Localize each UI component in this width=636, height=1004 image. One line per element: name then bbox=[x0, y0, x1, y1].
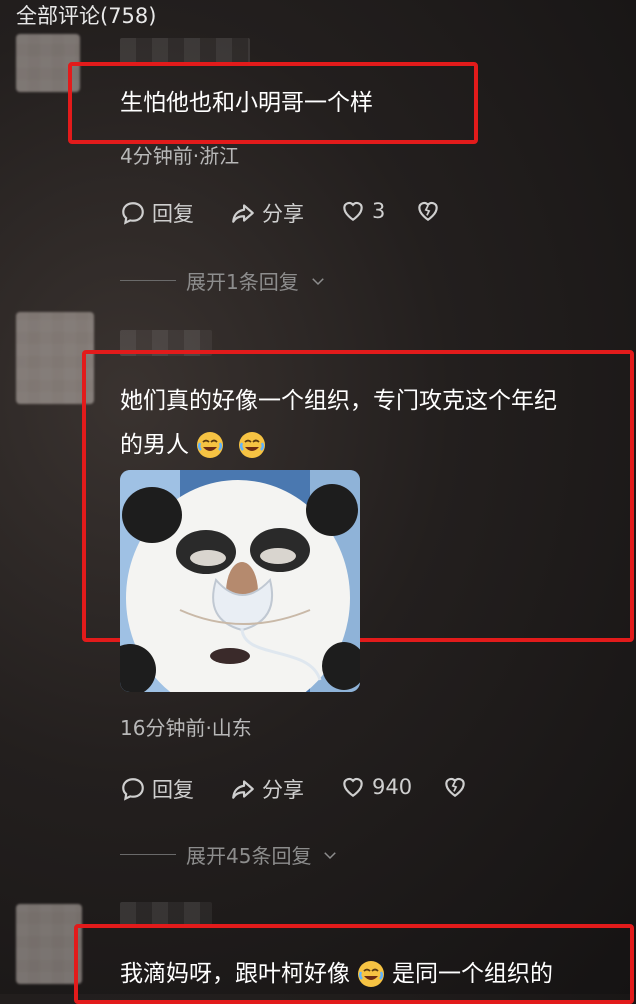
comment-text-part1: 我滴妈呀，跟叶柯好像 bbox=[120, 961, 350, 987]
reply-button[interactable]: 回复 bbox=[120, 198, 194, 228]
share-label: 分享 bbox=[262, 778, 304, 802]
share-label: 分享 bbox=[262, 202, 304, 226]
laugh-cry-emoji bbox=[358, 961, 384, 987]
comment-meta: 4分钟前·浙江 bbox=[120, 144, 240, 168]
laugh-cry-emoji bbox=[197, 432, 223, 458]
dislike-icon bbox=[445, 777, 465, 797]
heart-icon bbox=[343, 777, 363, 797]
comment-icon bbox=[122, 202, 144, 225]
meme-image[interactable] bbox=[120, 470, 360, 692]
like-count: 3 bbox=[372, 199, 386, 223]
like-button[interactable]: 940 bbox=[340, 774, 412, 800]
comment-icon bbox=[122, 778, 144, 801]
reply-label: 回复 bbox=[152, 202, 194, 226]
dislike-button[interactable] bbox=[415, 198, 441, 224]
expand-label: 展开1条回复 bbox=[186, 270, 299, 294]
chevron-down-icon bbox=[311, 277, 324, 285]
comment-text-part2: 是同一个组织的 bbox=[392, 961, 553, 987]
expand-divider bbox=[120, 280, 176, 281]
username-blurred[interactable] bbox=[120, 38, 250, 64]
comment-text: 生怕他也和小明哥一个样 bbox=[120, 90, 373, 116]
laugh-cry-emoji bbox=[239, 432, 265, 458]
share-icon bbox=[232, 204, 254, 223]
comments-header-title: 全部评论(758) bbox=[16, 4, 157, 28]
expand-divider bbox=[120, 854, 176, 855]
comment-meta: 16分钟前·山东 bbox=[120, 716, 252, 740]
comment-text-line2: 的男人 bbox=[120, 432, 189, 458]
avatar[interactable] bbox=[16, 904, 82, 984]
like-count: 940 bbox=[372, 775, 413, 799]
reply-label: 回复 bbox=[152, 778, 194, 802]
expand-replies[interactable]: 展开1条回复 bbox=[120, 266, 327, 295]
comment-text-line1: 她们真的好像一个组织，专门攻克这个年纪 bbox=[120, 388, 557, 414]
reply-button[interactable]: 回复 bbox=[120, 774, 194, 804]
share-button[interactable]: 分享 bbox=[230, 198, 304, 228]
heart-icon bbox=[343, 201, 363, 221]
like-button[interactable]: 3 bbox=[340, 198, 385, 224]
comment-text-line2-row: 的男人 bbox=[120, 426, 273, 464]
share-icon bbox=[232, 780, 254, 799]
expand-label: 展开45条回复 bbox=[186, 844, 312, 868]
dislike-button[interactable] bbox=[442, 774, 468, 800]
dislike-icon bbox=[418, 201, 438, 221]
share-button[interactable]: 分享 bbox=[230, 774, 304, 804]
chevron-down-icon bbox=[324, 851, 337, 859]
comment-text-row: 我滴妈呀，跟叶柯好像 是同一个组织的 bbox=[120, 955, 553, 993]
expand-replies[interactable]: 展开45条回复 bbox=[120, 840, 339, 869]
